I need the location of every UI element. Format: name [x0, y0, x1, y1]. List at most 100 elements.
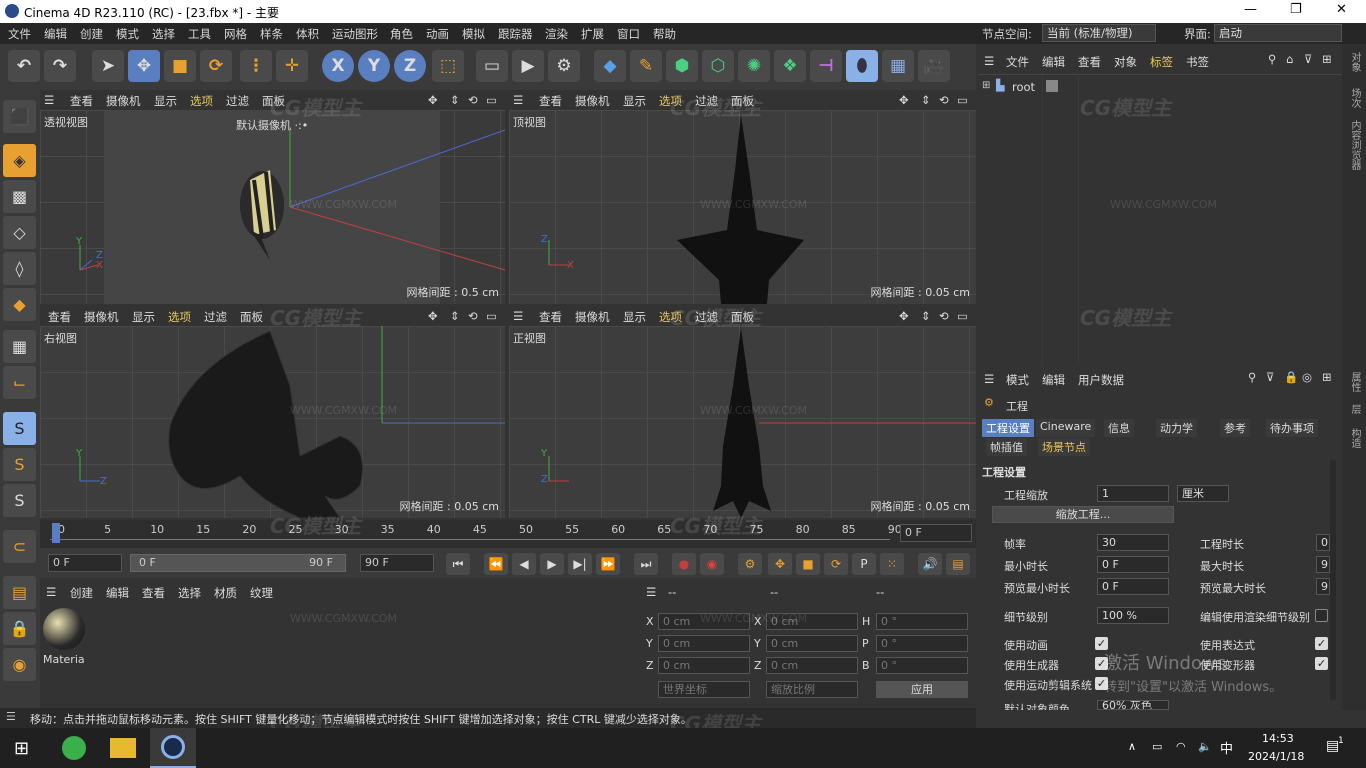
deformer-icon[interactable]: ⊣ [810, 50, 842, 82]
mat-menu-select[interactable]: 选择 [178, 585, 201, 601]
tab-todo[interactable]: 待办事项 [1266, 419, 1318, 437]
prev-key-icon[interactable]: ⏪ [484, 553, 508, 575]
select-tool-icon[interactable]: ➤ [92, 50, 124, 82]
rotate-view-icon[interactable]: ⟲ [939, 93, 949, 107]
next-key-icon[interactable]: ⏩ [596, 553, 620, 575]
edges-mode-icon[interactable]: ◊ [3, 252, 36, 285]
vp-menu-camera[interactable]: 摄像机 [575, 93, 610, 109]
rotate-tool-icon[interactable]: ⟳ [200, 50, 232, 82]
y-axis-lock-icon[interactable]: Y [358, 50, 390, 82]
vp-menu-options[interactable]: 选项 [168, 309, 191, 325]
max-time-field[interactable]: 9 [1316, 556, 1330, 573]
menu-animation[interactable]: 动画 [426, 26, 449, 42]
texture-mode-icon[interactable]: ▩ [3, 180, 36, 213]
attr-menu-edit[interactable]: 编辑 [1042, 372, 1065, 388]
goto-end-icon[interactable]: ⏭ [634, 553, 658, 575]
menu-tools[interactable]: 工具 [188, 26, 211, 42]
snap-icon[interactable]: S [3, 412, 36, 445]
lod-render-checkbox[interactable] [1315, 609, 1328, 622]
workplane-icon[interactable]: ▤ [3, 576, 36, 609]
use-expressions-checkbox[interactable]: ✓ [1315, 637, 1328, 650]
preview-min-field[interactable]: 0 F [1097, 578, 1169, 595]
vp-menu-camera[interactable]: 摄像机 [106, 93, 141, 109]
play-icon[interactable]: ▶ [540, 553, 564, 575]
rotate-view-icon[interactable]: ⟲ [939, 309, 949, 323]
menu-edit[interactable]: 编辑 [44, 26, 67, 42]
maximize-view-icon[interactable]: ▭ [957, 309, 968, 323]
move-tool-icon[interactable]: ✥ [128, 50, 160, 82]
mat-menu-create[interactable]: 创建 [70, 585, 93, 601]
coord-scale-select[interactable]: 缩放比例 [766, 681, 858, 698]
hamburger-icon[interactable]: ☰ [984, 54, 994, 68]
scale-project-button[interactable]: 缩放工程... [992, 506, 1174, 523]
viewport-top[interactable]: ☰ 查看 摄像机 显示 选项 过滤 面板 ✥ ⇕ ⟲ ▭ 顶视图 Z X 网格间… [509, 90, 976, 304]
hamburger-icon[interactable]: ☰ [513, 309, 523, 323]
zoom-view-icon[interactable]: ⇕ [450, 309, 460, 323]
maximize-view-icon[interactable]: ▭ [486, 309, 497, 323]
maximize-button[interactable]: ❐ [1290, 2, 1302, 17]
menu-spline[interactable]: 样条 [260, 26, 283, 42]
prev-frame-icon[interactable]: ◀ [512, 553, 536, 575]
root-object[interactable]: root [1012, 80, 1035, 94]
snap-settings-icon[interactable]: S [3, 448, 36, 481]
preview-max-field[interactable]: 9 [1316, 578, 1330, 595]
lock-icon[interactable]: 🔒 [1284, 370, 1298, 384]
keyframe-settings-icon[interactable]: ⚙ [738, 553, 762, 575]
vp-menu-display[interactable]: 显示 [623, 309, 646, 325]
menu-mograph[interactable]: 运动图形 [332, 26, 378, 42]
vp-menu-options[interactable]: 选项 [190, 93, 213, 109]
camera-icon[interactable]: 🎥 [918, 50, 950, 82]
pos-z-field[interactable]: 0 cm [658, 657, 750, 674]
range-slider[interactable]: 0 F 90 F [130, 554, 346, 572]
mat-menu-edit[interactable]: 编辑 [106, 585, 129, 601]
close-button[interactable]: ✕ [1336, 2, 1347, 17]
undo-icon[interactable]: ↶ [8, 50, 40, 82]
record-icon[interactable]: ● [672, 553, 696, 575]
menu-character[interactable]: 角色 [390, 26, 413, 42]
tab-project-settings[interactable]: 工程设置 [982, 419, 1034, 437]
key-position-icon[interactable]: ✥ [768, 553, 792, 575]
tab-scene-nodes[interactable]: 场景节点 [1038, 438, 1090, 456]
hamburger-icon[interactable]: ☰ [6, 710, 16, 723]
menu-extensions[interactable]: 扩展 [581, 26, 604, 42]
material-name[interactable]: Materia [43, 653, 85, 666]
new-window-icon[interactable]: ⊞ [1322, 370, 1332, 384]
expand-icon[interactable]: ⊞ [982, 80, 990, 91]
lock-workplane-icon[interactable]: 🔒 [3, 612, 36, 645]
film-icon[interactable]: ▤ [946, 553, 970, 575]
tab-cineware[interactable]: Cineware [1036, 419, 1096, 437]
search-icon[interactable]: ⚲ [1248, 370, 1256, 384]
points-mode-icon[interactable]: ◇ [3, 216, 36, 249]
hamburger-icon[interactable]: ☰ [984, 372, 994, 386]
menu-tracker[interactable]: 跟踪器 [498, 26, 533, 42]
rotate-view-icon[interactable]: ⟲ [468, 309, 478, 323]
menu-mode[interactable]: 模式 [116, 26, 139, 42]
maximize-view-icon[interactable]: ▭ [486, 93, 497, 107]
rot-p-field[interactable]: 0 ° [876, 635, 968, 652]
menu-help[interactable]: 帮助 [653, 26, 676, 42]
vp-menu-camera[interactable]: 摄像机 [575, 309, 610, 325]
menu-create[interactable]: 创建 [80, 26, 103, 42]
key-rotation-icon[interactable]: ⟳ [824, 553, 848, 575]
start-frame-field[interactable]: 0 F [48, 554, 122, 572]
use-deformers-checkbox[interactable]: ✓ [1315, 657, 1328, 670]
strip-tab-layers[interactable]: 层 [1347, 404, 1362, 414]
mat-menu-texture[interactable]: 纹理 [250, 585, 273, 601]
hamburger-icon[interactable]: ☰ [44, 93, 54, 107]
attr-scrollbar[interactable] [1330, 460, 1336, 700]
fps-field[interactable]: 30 [1097, 534, 1169, 551]
make-editable-icon[interactable]: ⬛ [3, 100, 36, 133]
menu-mesh[interactable]: 网格 [224, 26, 247, 42]
cube-icon[interactable]: ◆ [594, 50, 626, 82]
vp-menu-view[interactable]: 查看 [70, 93, 93, 109]
key-param-icon[interactable]: P [852, 553, 876, 575]
goto-start-icon[interactable]: ⏮ [446, 553, 470, 575]
hamburger-icon[interactable]: ☰ [646, 585, 656, 599]
move-view-icon[interactable]: ✥ [428, 93, 438, 107]
size-z-field[interactable]: 0 cm [766, 657, 858, 674]
timeline-ruler[interactable]: 0 5 10 15 20 25 30 35 40 45 50 55 60 65 70 75 80 85 90 0 F [40, 520, 976, 548]
mat-menu-material[interactable]: 材质 [214, 585, 237, 601]
coordinate-system-icon[interactable]: ⬚ [432, 50, 464, 82]
zoom-view-icon[interactable]: ⇕ [921, 93, 931, 107]
axis-mode-icon[interactable]: ⌙ [3, 366, 36, 399]
